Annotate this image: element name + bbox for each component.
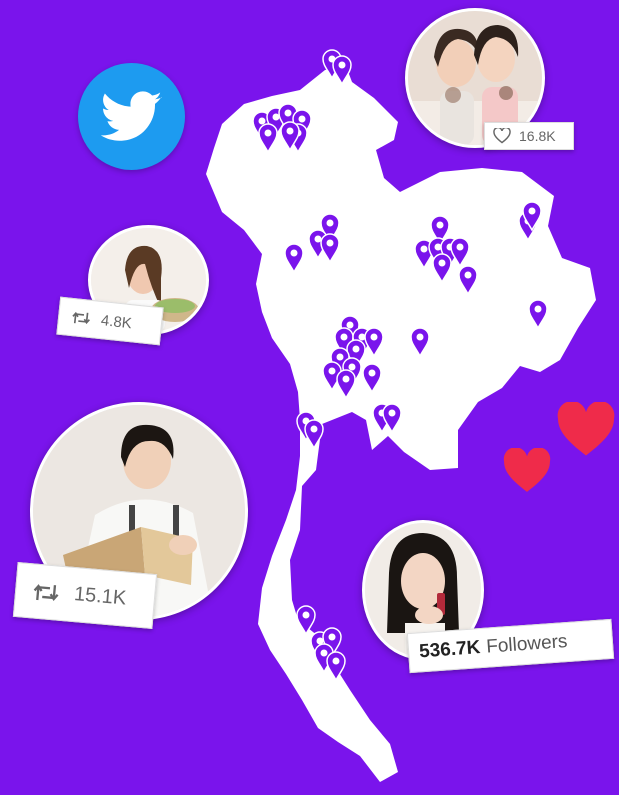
location-pin-icon xyxy=(432,253,452,284)
location-pin-icon xyxy=(284,243,304,274)
like-badge: 16.8K xyxy=(484,122,574,150)
heart-icon xyxy=(503,448,551,492)
retweet-count-large: 15.1K xyxy=(73,583,128,610)
location-pin-icon xyxy=(320,233,340,264)
promo-banner: 16.8K 4.8K 15.1K 536.7K Followers xyxy=(0,0,619,795)
location-pin-icon xyxy=(364,327,384,358)
location-pin-icon xyxy=(382,403,402,434)
retweet-icon xyxy=(33,583,59,601)
location-pin-icon xyxy=(332,55,352,86)
heart-icon xyxy=(557,402,615,456)
retweet-icon xyxy=(72,311,90,325)
twitter-logo xyxy=(78,63,185,170)
followers-count: 536.7K xyxy=(418,637,482,663)
location-pin-icon xyxy=(410,327,430,358)
location-pin-icon xyxy=(304,419,324,450)
location-pin-icon xyxy=(258,123,278,154)
location-pin-icon xyxy=(296,605,316,636)
twitter-bird-icon xyxy=(100,90,162,141)
location-pin-icon xyxy=(326,651,346,682)
like-count: 16.8K xyxy=(519,128,556,144)
retweet-count-small: 4.8K xyxy=(100,311,133,332)
location-pin-icon xyxy=(450,237,470,268)
location-pin-icon xyxy=(528,299,548,330)
location-pin-icon xyxy=(458,265,478,296)
followers-label: Followers xyxy=(485,631,569,658)
location-pin-icon xyxy=(362,363,382,394)
location-pin-icon xyxy=(336,369,356,400)
heart-outline-icon xyxy=(493,128,511,144)
